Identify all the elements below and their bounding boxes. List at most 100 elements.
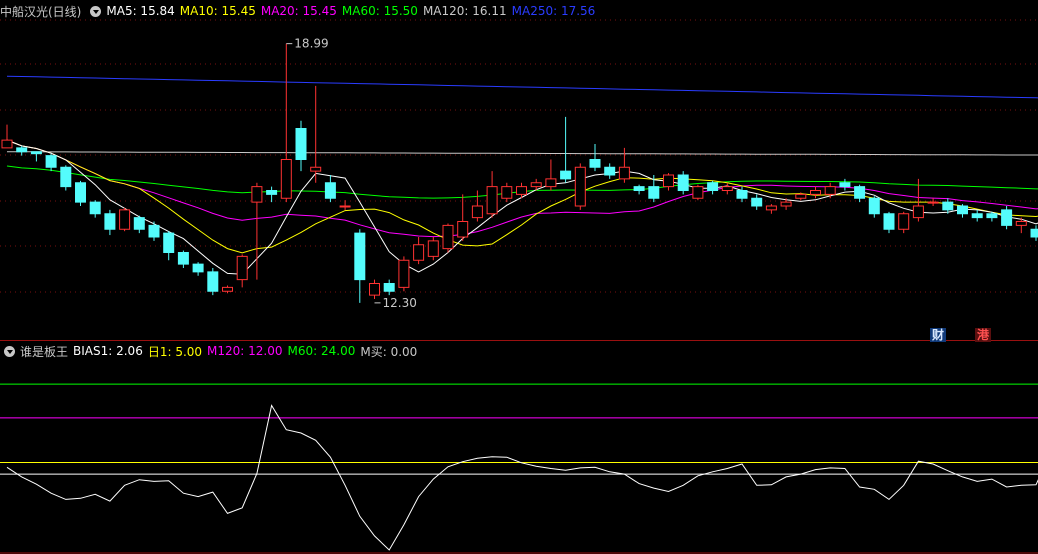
candle-7: [104, 209, 116, 236]
chevron-down-icon[interactable]: [4, 345, 15, 357]
candle-body: [604, 166, 616, 176]
candle-body: [868, 197, 880, 215]
candle-body: [119, 209, 131, 230]
candle-12: [177, 250, 189, 268]
candle-61: [898, 211, 910, 234]
candle-body: [133, 217, 145, 230]
candle-body: [251, 186, 263, 203]
candle-body: [16, 147, 28, 153]
candle-52: [765, 204, 777, 214]
candle-55: [810, 186, 821, 199]
candle-0: [1, 124, 13, 149]
candle-59: [868, 196, 880, 218]
candle-body: [810, 190, 821, 195]
candle-body: [898, 213, 910, 230]
candle-49: [721, 182, 733, 195]
annotation-label-1: 12.30: [383, 296, 417, 310]
candle-body: [957, 205, 968, 215]
candle-26: [383, 279, 395, 296]
candle-body: [75, 182, 86, 203]
candle-body: [501, 186, 513, 199]
ma5-line: [6, 139, 1038, 275]
candle-body: [721, 186, 733, 191]
candle-body: [927, 201, 939, 204]
chart-canvas: 18.99 12.30: [0, 19, 1038, 554]
candle-32: [471, 190, 483, 222]
candle-10: [148, 221, 160, 241]
candle-body: [280, 159, 292, 199]
candle-body: [163, 232, 175, 253]
candle-body: [574, 166, 586, 207]
candle-body: [413, 244, 425, 261]
candle-46: [677, 171, 689, 195]
candle-42: [618, 147, 630, 183]
candle-63: [927, 198, 939, 206]
candle-25: [369, 279, 380, 299]
candle-body: [266, 190, 278, 195]
candle-16: [236, 254, 248, 288]
candlestick-series: [1, 43, 1038, 303]
ma120-line: [7, 151, 1038, 156]
candle-body: [354, 232, 366, 281]
candle-body: [765, 205, 777, 211]
hk-connect-badge[interactable]: 港: [975, 328, 992, 342]
grid-lines: [0, 19, 1038, 554]
finance-badge[interactable]: 财: [930, 328, 947, 342]
candle-body: [560, 170, 572, 180]
candle-29: [427, 237, 439, 261]
candle-body: [633, 186, 645, 191]
candle-38: [560, 116, 572, 183]
candle-body: [824, 186, 836, 195]
candle-body: [736, 190, 748, 199]
candle-body: [383, 283, 395, 292]
candle-body: [648, 186, 660, 199]
candle-body: [30, 151, 42, 155]
candle-body: [1030, 228, 1038, 238]
candle-1: [16, 145, 28, 156]
candle-24: [354, 229, 366, 303]
candle-body: [589, 159, 601, 168]
candle-67: [986, 211, 998, 222]
candle-body: [780, 201, 792, 207]
candle-68: [1001, 206, 1013, 230]
candle-body: [795, 193, 807, 199]
candle-body: [971, 213, 983, 219]
main-chart-header: 中船汉光(日线) MA5: 15.84 MA10: 15.45 MA20: 15…: [0, 2, 600, 20]
candle-body: [295, 128, 307, 160]
candle-body: [663, 174, 674, 188]
candle-body: [457, 221, 469, 238]
candle-body: [545, 178, 557, 188]
candle-body: [177, 252, 189, 265]
candle-body: [471, 205, 483, 219]
candle-39: [574, 163, 586, 210]
candle-body: [310, 166, 322, 172]
stock-title: 中船汉光(日线): [0, 4, 82, 19]
candle-body: [942, 201, 954, 211]
bias1-line: [6, 404, 1038, 551]
candle-body: [148, 224, 160, 238]
candle-23: [339, 200, 351, 210]
ma60-legend: MA60: 15.50: [341, 4, 418, 18]
candle-body: [339, 205, 351, 208]
candle-body: [207, 271, 219, 292]
candle-body: [516, 186, 527, 195]
chevron-down-icon[interactable]: [90, 5, 102, 17]
candle-body: [60, 166, 72, 188]
ma5-legend: MA5: 15.84: [106, 4, 175, 18]
candle-70: [1030, 225, 1038, 241]
candle-30: [442, 223, 454, 253]
candle-body: [1, 139, 13, 149]
candle-3: [45, 153, 57, 172]
candle-body: [854, 186, 866, 199]
candle-body: [324, 182, 336, 199]
candle-body: [986, 213, 998, 219]
bias-indicator-panel: [0, 383, 1038, 551]
candle-45: [663, 173, 674, 191]
m120-legend: M120: 12.00: [207, 344, 283, 358]
candle-6: [89, 200, 101, 218]
candle-body: [883, 213, 895, 230]
candle-body: [45, 155, 57, 168]
candle-body: [530, 182, 542, 188]
ma120-legend: MA120: 16.11: [422, 4, 507, 18]
candle-body: [192, 263, 204, 273]
